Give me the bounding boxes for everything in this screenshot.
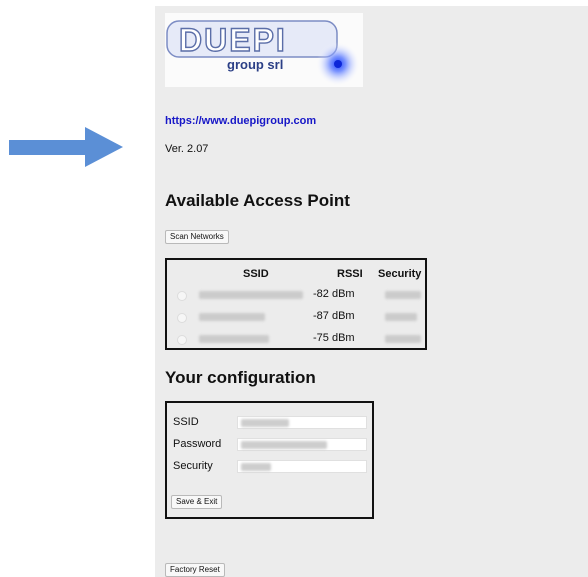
firmware-version: Ver. 2.07 xyxy=(165,143,209,155)
ssid-input[interactable] xyxy=(237,416,367,429)
access-point-row[interactable]: -87 dBm xyxy=(167,308,425,328)
password-label: Password xyxy=(173,438,222,450)
ssid-redacted xyxy=(199,313,265,321)
security-redacted xyxy=(385,313,417,321)
save-exit-button[interactable]: Save & Exit xyxy=(171,495,223,509)
website-link[interactable]: https://www.duepigroup.com xyxy=(165,115,316,127)
ssid-redacted xyxy=(199,291,303,299)
logo-subtitle: group srl xyxy=(227,57,283,72)
arrow-right-icon xyxy=(9,127,123,167)
logo-brand: DUEPI xyxy=(179,22,287,58)
duepi-logo: DUEPI group srl xyxy=(165,13,363,87)
security-redacted xyxy=(385,335,421,343)
security-label: Security xyxy=(173,460,213,472)
column-header-ssid: SSID xyxy=(243,268,269,280)
security-value-redacted xyxy=(241,463,271,471)
configuration-heading: Your configuration xyxy=(165,368,316,387)
security-input[interactable] xyxy=(237,460,367,473)
scan-networks-button[interactable]: Scan Networks xyxy=(165,230,229,244)
access-point-row[interactable]: -75 dBm xyxy=(167,330,425,350)
ssid-redacted xyxy=(199,335,269,343)
password-input[interactable] xyxy=(237,438,367,451)
security-redacted xyxy=(385,291,421,299)
column-header-security: Security xyxy=(378,268,422,280)
column-header-rssi: RSSI xyxy=(337,268,363,280)
ssid-value-redacted xyxy=(241,419,289,427)
access-point-row[interactable]: -82 dBm xyxy=(167,286,425,306)
access-point-heading: Available Access Point xyxy=(165,191,350,210)
radio-icon[interactable] xyxy=(177,291,187,301)
factory-reset-button[interactable]: Factory Reset xyxy=(165,563,225,577)
rssi-value: -75 dBm xyxy=(313,332,355,344)
radio-icon[interactable] xyxy=(177,313,187,323)
access-point-table: SSID RSSI Security -82 dBm -87 dBm -75 d… xyxy=(165,258,427,350)
ssid-label: SSID xyxy=(173,416,199,428)
radio-icon[interactable] xyxy=(177,335,187,345)
rssi-value: -82 dBm xyxy=(313,288,355,300)
config-page: DUEPI group srl https://www.duepigroup.c… xyxy=(155,6,588,577)
password-value-redacted xyxy=(241,441,327,449)
rssi-value: -87 dBm xyxy=(313,310,355,322)
